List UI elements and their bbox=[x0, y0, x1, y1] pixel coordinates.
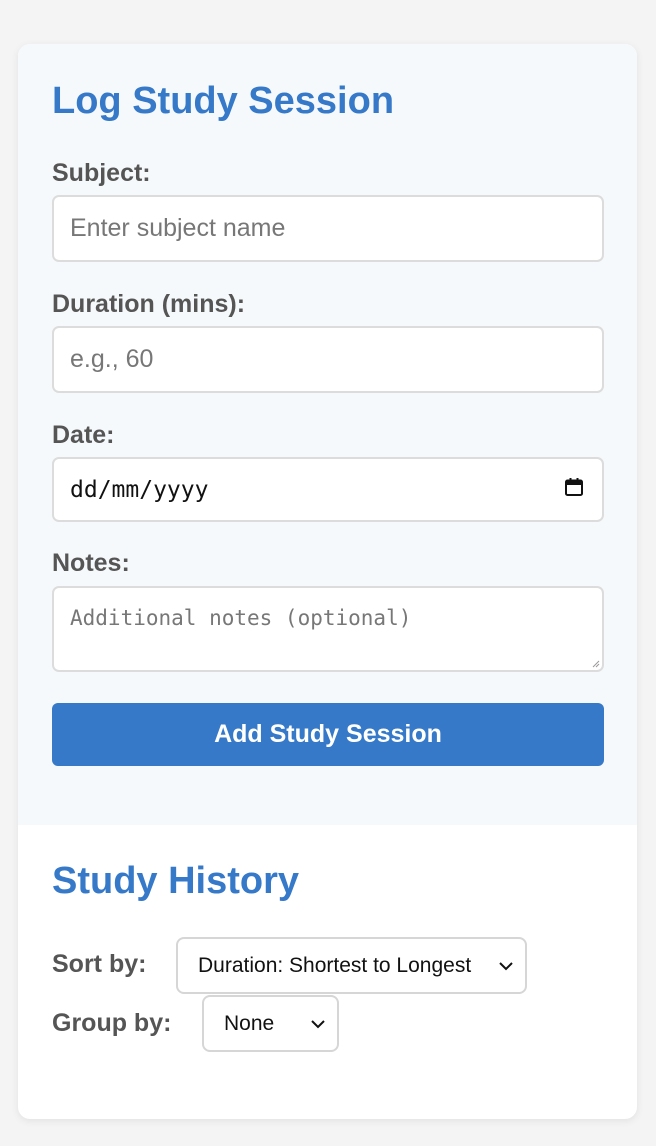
chevron-down-icon bbox=[499, 961, 513, 970]
group-select[interactable]: None bbox=[202, 995, 339, 1052]
chevron-down-icon bbox=[311, 1019, 325, 1028]
sort-label: Sort by: bbox=[52, 950, 147, 978]
form-title: Log Study Session bbox=[52, 80, 395, 122]
duration-placeholder: e.g., 60 bbox=[70, 345, 154, 373]
sort-select[interactable]: Duration: Shortest to Longest bbox=[176, 937, 527, 994]
notes-textarea[interactable]: Additional notes (optional) bbox=[52, 586, 604, 672]
resize-handle-icon[interactable] bbox=[592, 660, 600, 668]
sort-selected-value: Duration: Shortest to Longest bbox=[198, 953, 472, 977]
subject-placeholder: Enter subject name bbox=[70, 214, 286, 242]
notes-label: Notes: bbox=[52, 549, 130, 577]
add-study-session-button[interactable]: Add Study Session bbox=[52, 703, 604, 766]
date-input[interactable]: dd/mm/yyyy bbox=[52, 457, 604, 522]
log-form-section: Log Study Session Subject: Enter subject… bbox=[18, 44, 637, 825]
date-label: Date: bbox=[52, 421, 115, 449]
study-log-card: Log Study Session Subject: Enter subject… bbox=[18, 44, 637, 1119]
notes-placeholder: Additional notes (optional) bbox=[70, 606, 412, 630]
subject-input[interactable]: Enter subject name bbox=[52, 195, 604, 262]
duration-label: Duration (mins): bbox=[52, 290, 246, 318]
date-placeholder: dd/mm/yyyy bbox=[70, 476, 209, 503]
calendar-icon[interactable] bbox=[564, 477, 584, 503]
group-label: Group by: bbox=[52, 1009, 172, 1037]
duration-input[interactable]: e.g., 60 bbox=[52, 326, 604, 393]
history-title: Study History bbox=[52, 860, 300, 902]
group-selected-value: None bbox=[224, 1011, 275, 1035]
subject-label: Subject: bbox=[52, 159, 151, 187]
